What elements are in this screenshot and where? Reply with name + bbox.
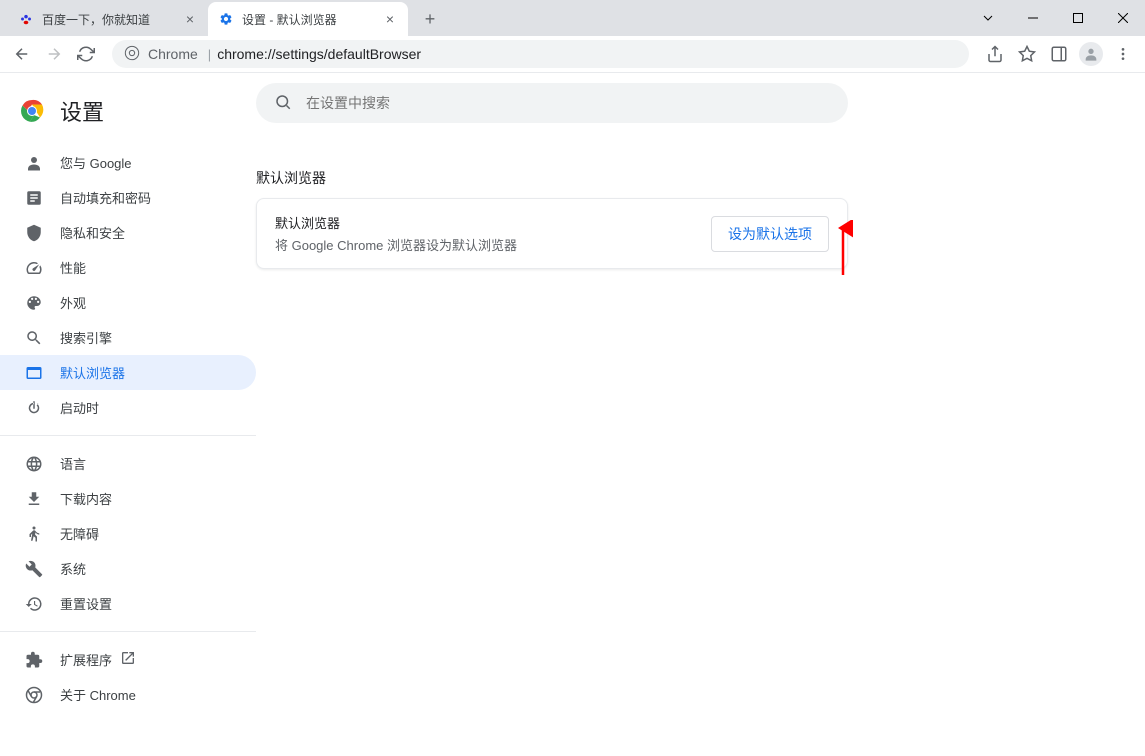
wrench-icon (24, 559, 44, 579)
page-title: 设置 (60, 95, 104, 127)
omnibox-url: chrome://settings/defaultBrowser (217, 46, 421, 62)
sidebar-item-shield[interactable]: 隐私和安全 (0, 215, 256, 250)
restore-icon (24, 594, 44, 614)
sidebar-item-autofill[interactable]: 自动填充和密码 (0, 180, 256, 215)
profile-avatar[interactable] (1077, 40, 1105, 68)
extension-icon (24, 650, 44, 670)
maximize-button[interactable] (1055, 3, 1100, 33)
back-button[interactable] (8, 40, 36, 68)
side-panel-icon[interactable] (1045, 40, 1073, 68)
shield-icon (24, 223, 44, 243)
chrome-page-icon (124, 45, 140, 64)
forward-button[interactable] (40, 40, 68, 68)
chrome-icon (24, 685, 44, 705)
sidebar-item-label: 下载内容 (60, 489, 112, 508)
sidebar-item-label: 搜索引擎 (60, 328, 112, 347)
default-browser-card: 默认浏览器 将 Google Chrome 浏览器设为默认浏览器 设为默认选项 (256, 198, 848, 269)
sidebar-item-label: 扩展程序 (60, 650, 112, 669)
card-title: 默认浏览器 (275, 213, 517, 232)
omnibox-separator: | (208, 47, 211, 62)
sidebar-item-label: 自动填充和密码 (60, 188, 151, 207)
sidebar-item-label: 无障碍 (60, 524, 99, 543)
window-controls (965, 0, 1145, 36)
search-icon (274, 93, 292, 114)
baidu-favicon-icon (18, 11, 34, 27)
close-button[interactable] (1100, 3, 1145, 33)
chrome-logo-icon (20, 99, 44, 123)
sidebar-item-search[interactable]: 搜索引擎 (0, 320, 256, 355)
tab-bar: 百度一下，你就知道 × 设置 - 默认浏览器 × + (0, 0, 1145, 36)
tab-title: 百度一下，你就知道 (42, 11, 182, 28)
sidebar-item-label: 重置设置 (60, 594, 112, 613)
tab-settings[interactable]: 设置 - 默认浏览器 × (208, 2, 408, 36)
tab-baidu[interactable]: 百度一下，你就知道 × (8, 2, 208, 36)
sidebar-item-person[interactable]: 您与 Google (0, 145, 256, 180)
palette-icon (24, 293, 44, 313)
main-content: 默认浏览器 默认浏览器 将 Google Chrome 浏览器设为默认浏览器 设… (256, 73, 1145, 756)
menu-icon[interactable] (1109, 40, 1137, 68)
sidebar-item-label: 您与 Google (60, 153, 132, 172)
chevron-down-icon[interactable] (965, 3, 1010, 33)
share-icon[interactable] (981, 40, 1009, 68)
card-text: 默认浏览器 将 Google Chrome 浏览器设为默认浏览器 (275, 213, 517, 254)
sidebar-item-label: 语言 (60, 454, 86, 473)
section-title: 默认浏览器 (256, 168, 1145, 188)
sidebar-item-restore[interactable]: 重置设置 (0, 586, 256, 621)
browser-icon (24, 363, 44, 383)
reload-button[interactable] (72, 40, 100, 68)
sidebar-item-label: 启动时 (60, 398, 99, 417)
sidebar-item-label: 系统 (60, 559, 86, 578)
set-default-button[interactable]: 设为默认选项 (711, 216, 829, 252)
sidebar-item-power[interactable]: 启动时 (0, 390, 256, 425)
settings-page: 设置 您与 Google自动填充和密码隐私和安全性能外观搜索引擎默认浏览器启动时… (0, 73, 1145, 756)
sidebar-item-label: 性能 (60, 258, 86, 277)
sidebar-item-globe[interactable]: 语言 (0, 446, 256, 481)
close-icon[interactable]: × (382, 11, 398, 27)
sidebar-item-label: 关于 Chrome (60, 685, 136, 704)
divider (0, 631, 256, 632)
tab-title: 设置 - 默认浏览器 (242, 11, 382, 28)
settings-search[interactable] (256, 83, 848, 123)
card-description: 将 Google Chrome 浏览器设为默认浏览器 (275, 235, 517, 254)
autofill-icon (24, 188, 44, 208)
sidebar-item-chrome[interactable]: 关于 Chrome (0, 677, 256, 712)
sidebar-item-download[interactable]: 下载内容 (0, 481, 256, 516)
power-icon (24, 398, 44, 418)
sidebar: 设置 您与 Google 自动填充和密码隐私和安全性能外观搜索引擎默认浏览器启动时… (0, 73, 256, 756)
address-bar: Chrome | chrome://settings/defaultBrowse… (0, 36, 1145, 73)
sidebar-item-wrench[interactable]: 系统 (0, 551, 256, 586)
sidebar-item-label: 外观 (60, 293, 86, 312)
minimize-button[interactable] (1010, 3, 1055, 33)
omnibox-prefix: Chrome (148, 46, 198, 62)
sidebar-item-accessibility[interactable]: 无障碍 (0, 516, 256, 551)
speed-icon (24, 258, 44, 278)
sidebar-item-speed[interactable]: 性能 (0, 250, 256, 285)
settings-search-input[interactable] (306, 95, 830, 111)
sidebar-item-palette[interactable]: 外观 (0, 285, 256, 320)
sidebar-item-extension[interactable]: 扩展程序 (0, 642, 256, 677)
sidebar-item-browser[interactable]: 默认浏览器 (0, 355, 256, 390)
globe-icon (24, 454, 44, 474)
settings-header: 设置 (0, 83, 256, 145)
person-icon (24, 153, 44, 173)
divider (0, 435, 256, 436)
accessibility-icon (24, 524, 44, 544)
bookmark-icon[interactable] (1013, 40, 1041, 68)
gear-icon (218, 11, 234, 27)
omnibox[interactable]: Chrome | chrome://settings/defaultBrowse… (112, 40, 969, 68)
new-tab-button[interactable]: + (416, 5, 444, 33)
sidebar-item-label: 隐私和安全 (60, 223, 125, 242)
external-link-icon (120, 650, 136, 669)
sidebar-item-label: 默认浏览器 (60, 363, 125, 382)
download-icon (24, 489, 44, 509)
close-icon[interactable]: × (182, 11, 198, 27)
search-icon (24, 328, 44, 348)
